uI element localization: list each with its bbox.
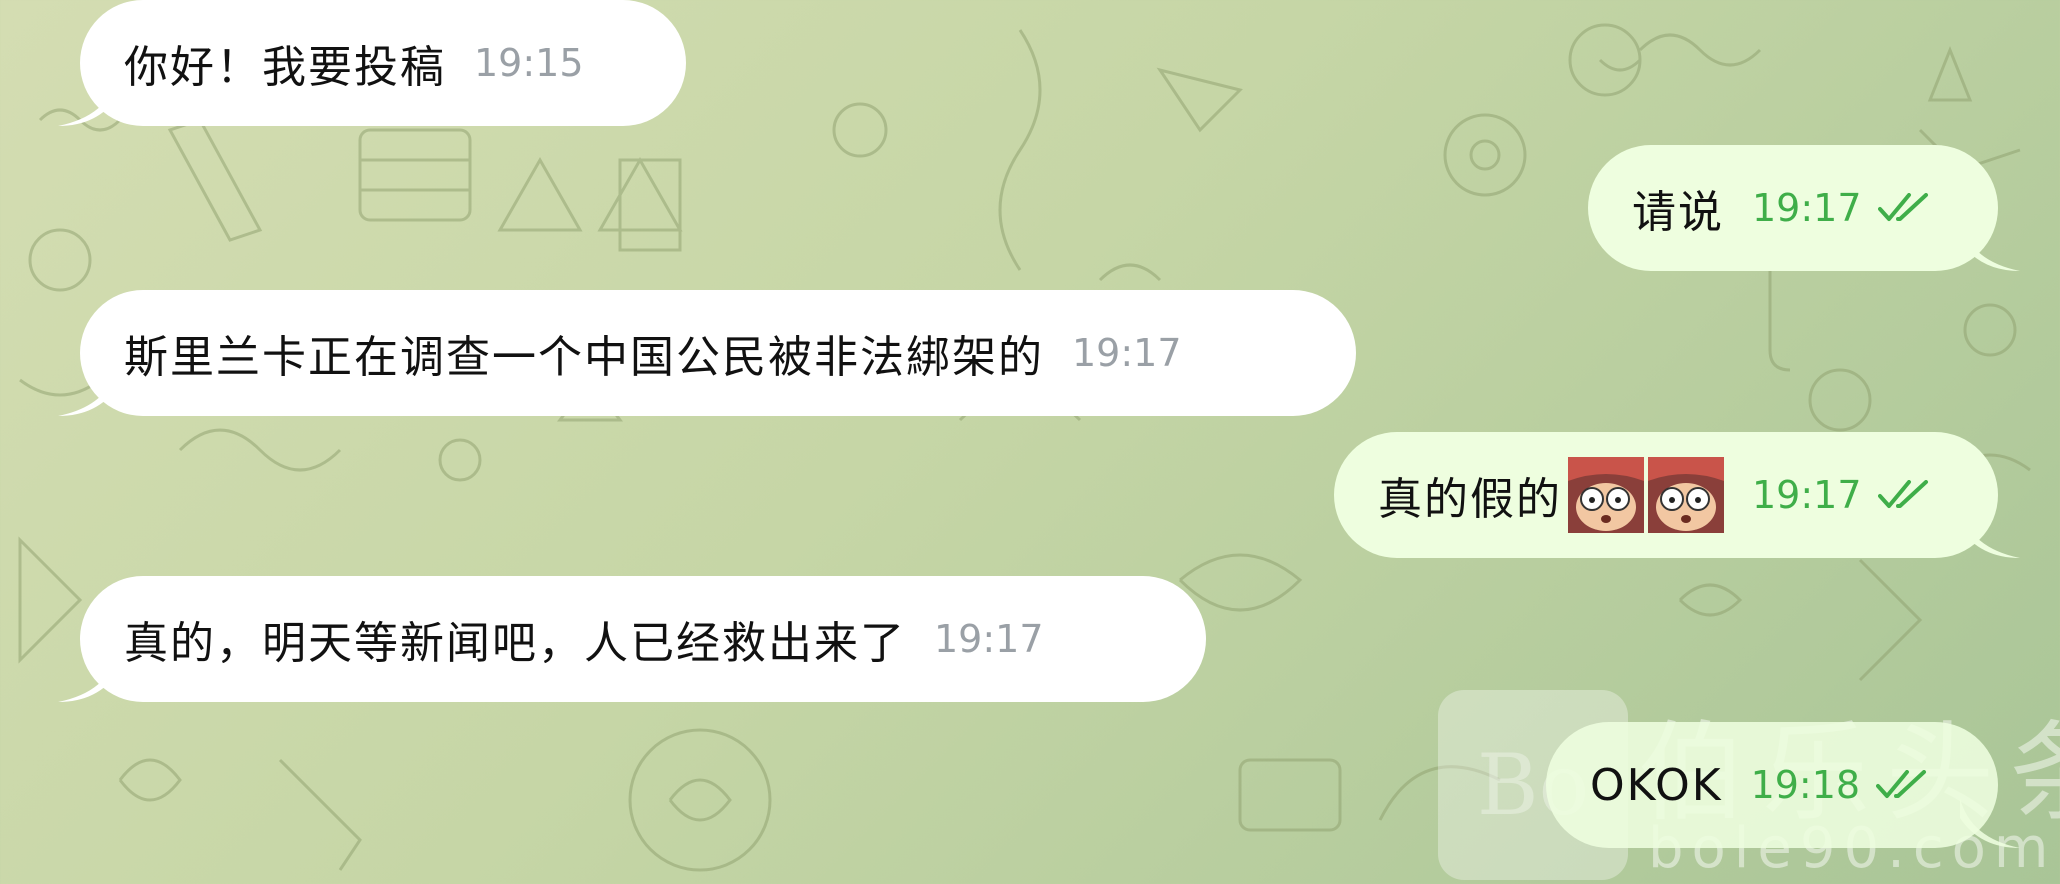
bubble-tail-icon (1960, 221, 2020, 271)
message-time: 19:18 (1750, 763, 1861, 807)
message-text: OKOK (1590, 759, 1723, 811)
message-row: 你好！我要投稿 19:15 (58, 0, 686, 126)
read-double-check-icon (1877, 480, 1928, 508)
message-time: 19:15 (474, 41, 584, 85)
message-row: 真的，明天等新闻吧，人已经救出来了 19:17 (58, 576, 1206, 702)
bubble-tail-icon (1960, 508, 2020, 558)
incoming-message-bubble[interactable]: 真的，明天等新闻吧，人已经救出来了 19:17 (58, 576, 1206, 702)
bubble-tail-icon (58, 366, 118, 416)
message-time: 19:17 (1752, 473, 1862, 517)
sticker-group (1568, 457, 1724, 533)
bubble-tail-icon (1960, 798, 2020, 848)
read-double-check-icon (1876, 770, 1927, 798)
message-text: 你好！我要投稿 (124, 42, 446, 93)
bubble-tail-icon (58, 76, 118, 126)
message-text: 斯里兰卡正在调查一个中国公民被非法綁架的 (124, 332, 1044, 383)
read-double-check-icon (1877, 193, 1928, 221)
incoming-message-bubble[interactable]: 斯里兰卡正在调查一个中国公民被非法綁架的 19:17 (58, 290, 1356, 416)
message-row: OKOK 19:18 (1546, 722, 2020, 848)
message-time: 19:17 (1752, 186, 1862, 230)
outgoing-message-bubble[interactable]: 真的假的 19:17 (1334, 432, 2020, 558)
outgoing-message-bubble[interactable]: 请说 19:17 (1588, 145, 2020, 271)
outgoing-message-bubble[interactable]: OKOK 19:18 (1546, 722, 2020, 848)
message-row: 请说 19:17 (1588, 145, 2020, 271)
message-text: 真的，明天等新闻吧，人已经救出来了 (124, 618, 906, 669)
message-row: 斯里兰卡正在调查一个中国公民被非法綁架的 19:17 (58, 290, 1356, 416)
shocked-face-emoji-icon (1568, 457, 1644, 533)
incoming-message-bubble[interactable]: 你好！我要投稿 19:15 (58, 0, 686, 126)
message-row: 真的假的 19:17 (1334, 432, 2020, 558)
bubble-tail-icon (58, 652, 118, 702)
message-time: 19:17 (934, 617, 1044, 661)
message-text: 真的假的 (1378, 474, 1562, 525)
message-time: 19:17 (1072, 331, 1182, 375)
message-text: 请说 (1632, 187, 1724, 238)
shocked-face-emoji-icon (1648, 457, 1724, 533)
